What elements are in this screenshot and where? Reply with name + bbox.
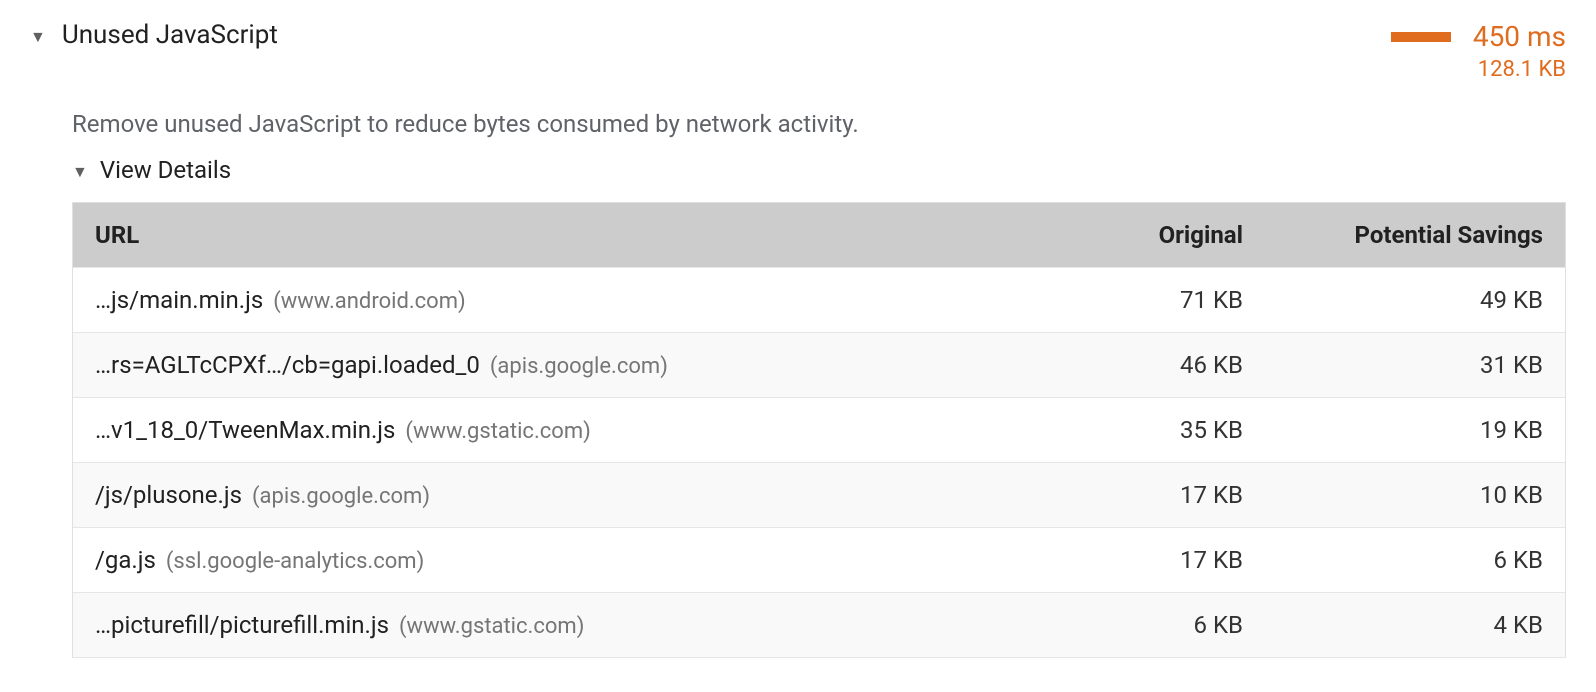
url-path: /ga.js xyxy=(95,546,156,574)
header-savings: Potential Savings xyxy=(1243,221,1543,249)
cell-original: 35 KB xyxy=(1043,416,1243,444)
cell-savings: 4 KB xyxy=(1243,611,1543,639)
url-host: (www.gstatic.com) xyxy=(405,419,590,444)
audit-description: Remove unused JavaScript to reduce bytes… xyxy=(72,110,1566,138)
audit-title: Unused JavaScript xyxy=(62,20,278,50)
audit-header: ▼ Unused JavaScript 450 ms 128.1 KB xyxy=(30,20,1566,82)
chevron-down-icon: ▼ xyxy=(72,164,88,180)
url-host: (ssl.google-analytics.com) xyxy=(166,549,424,574)
header-url: URL xyxy=(95,221,1043,249)
table-row: …rs=AGLTcCPXf…/cb=gapi.loaded_0 (apis.go… xyxy=(73,333,1565,398)
url-host: (www.gstatic.com) xyxy=(399,614,584,639)
size-value: 128.1 KB xyxy=(1478,57,1566,82)
cell-savings: 31 KB xyxy=(1243,351,1543,379)
header-original: Original xyxy=(1043,221,1243,249)
cell-url[interactable]: /ga.js (ssl.google-analytics.com) xyxy=(95,546,1043,574)
cell-original: 46 KB xyxy=(1043,351,1243,379)
table-row: …v1_18_0/TweenMax.min.js (www.gstatic.co… xyxy=(73,398,1565,463)
view-details-toggle[interactable]: ▼ View Details xyxy=(72,156,1566,184)
cell-url[interactable]: /js/plusone.js (apis.google.com) xyxy=(95,481,1043,509)
url-host: (apis.google.com) xyxy=(490,354,668,379)
table-row: /ga.js (ssl.google-analytics.com) 17 KB … xyxy=(73,528,1565,593)
url-path: /js/plusone.js xyxy=(95,481,242,509)
cell-savings: 6 KB xyxy=(1243,546,1543,574)
table-row: /js/plusone.js (apis.google.com) 17 KB 1… xyxy=(73,463,1565,528)
view-details-label: View Details xyxy=(100,156,231,184)
cell-url[interactable]: …rs=AGLTcCPXf…/cb=gapi.loaded_0 (apis.go… xyxy=(95,351,1043,379)
cell-url[interactable]: …js/main.min.js (www.android.com) xyxy=(95,286,1043,314)
cell-savings: 19 KB xyxy=(1243,416,1543,444)
table-header-row: URL Original Potential Savings xyxy=(73,203,1565,268)
url-path: …js/main.min.js xyxy=(95,286,263,314)
cell-original: 17 KB xyxy=(1043,481,1243,509)
url-host: (www.android.com) xyxy=(273,289,465,314)
time-value: 450 ms xyxy=(1473,20,1566,53)
table-row: …js/main.min.js (www.android.com) 71 KB … xyxy=(73,268,1565,333)
cell-original: 6 KB xyxy=(1043,611,1243,639)
url-path: …rs=AGLTcCPXf…/cb=gapi.loaded_0 xyxy=(95,351,480,379)
cell-savings: 10 KB xyxy=(1243,481,1543,509)
url-host: (apis.google.com) xyxy=(252,484,430,509)
url-path: …v1_18_0/TweenMax.min.js xyxy=(95,416,395,444)
audit-metrics: 450 ms 128.1 KB xyxy=(1391,20,1566,82)
impact-bar-icon xyxy=(1391,32,1451,42)
time-row: 450 ms xyxy=(1391,20,1566,53)
cell-url[interactable]: …v1_18_0/TweenMax.min.js (www.gstatic.co… xyxy=(95,416,1043,444)
details-table: URL Original Potential Savings …js/main.… xyxy=(72,202,1566,658)
cell-savings: 49 KB xyxy=(1243,286,1543,314)
cell-url[interactable]: …picturefill/picturefill.min.js (www.gst… xyxy=(95,611,1043,639)
cell-original: 17 KB xyxy=(1043,546,1243,574)
audit-title-row[interactable]: ▼ Unused JavaScript xyxy=(30,20,1391,50)
cell-original: 71 KB xyxy=(1043,286,1243,314)
table-row: …picturefill/picturefill.min.js (www.gst… xyxy=(73,593,1565,658)
chevron-down-icon: ▼ xyxy=(30,29,46,45)
url-path: …picturefill/picturefill.min.js xyxy=(95,611,389,639)
